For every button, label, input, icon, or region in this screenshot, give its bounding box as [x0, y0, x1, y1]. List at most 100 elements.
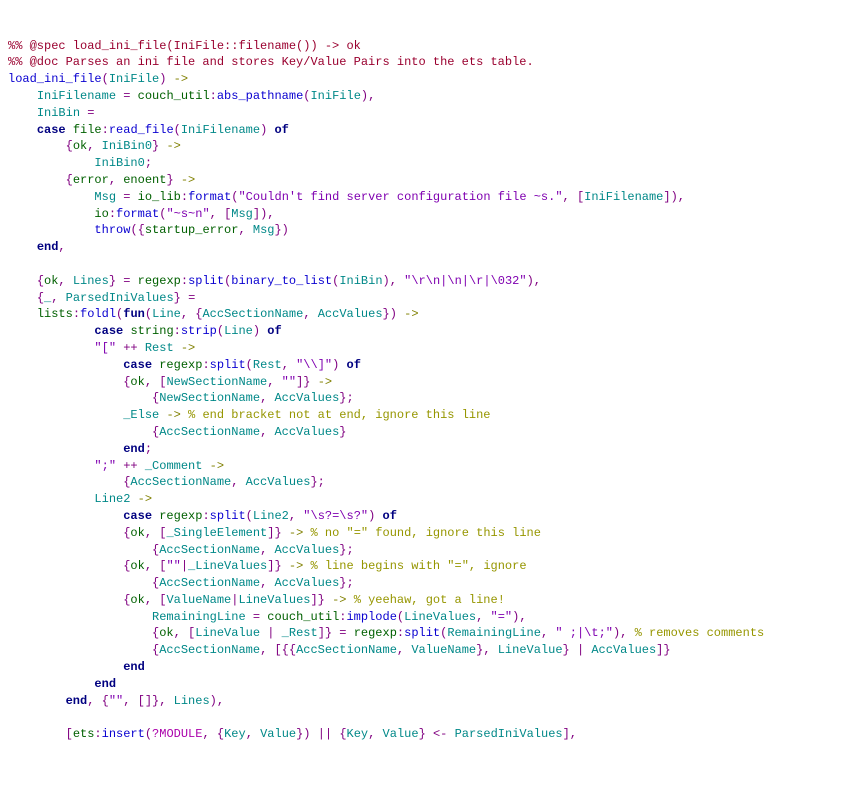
string: "Couldn't find server configuration file… [238, 190, 562, 204]
string: "[" [94, 341, 116, 355]
kw-end: end [66, 694, 88, 708]
arrow: -> [181, 173, 195, 187]
var: AccSectionName [159, 576, 260, 590]
var: LineValue [498, 643, 563, 657]
macro: MODULE [159, 727, 202, 741]
kw-case: case [37, 123, 66, 137]
call: strip [181, 324, 217, 338]
comment-doc: %% @doc Parses an ini file and stores Ke… [8, 55, 534, 69]
atom: ok [44, 274, 58, 288]
mod: file [73, 123, 102, 137]
call: foldl [80, 307, 116, 321]
atom: startup_error [145, 223, 239, 237]
string: "~s~n" [166, 207, 209, 221]
call: throw [94, 223, 130, 237]
kw-of: of [274, 123, 288, 137]
kw-of: of [347, 358, 361, 372]
op: ++ [123, 459, 137, 473]
var: _Comment [145, 459, 203, 473]
call: abs_pathname [217, 89, 303, 103]
mod: io_lib [138, 190, 181, 204]
mod: ets [73, 727, 95, 741]
arrow: -> [174, 72, 188, 86]
var: AccValues [274, 543, 339, 557]
kw-end: end [123, 442, 145, 456]
mod: string [130, 324, 173, 338]
var: Line [224, 324, 253, 338]
var: Msg [94, 190, 116, 204]
atom: ok [130, 375, 144, 389]
call: format [188, 190, 231, 204]
call: insert [102, 727, 145, 741]
code-block: %% @spec load_ini_file(IniFile::filename… [8, 38, 837, 743]
call: format [116, 207, 159, 221]
var: AccValues [274, 425, 339, 439]
var: Line2 [253, 509, 289, 523]
var: IniBin0 [94, 156, 144, 170]
kw-end: end [94, 677, 116, 691]
comment-spec: %% @spec load_ini_file(IniFile::filename… [8, 39, 361, 53]
call: read_file [109, 123, 174, 137]
call: split [210, 358, 246, 372]
kw-of: of [267, 324, 281, 338]
var: LineValues [404, 610, 476, 624]
call: implode [346, 610, 396, 624]
comment: % line begins with "=", ignore [310, 559, 526, 573]
mod: regexp [159, 358, 202, 372]
kw-case: case [123, 358, 152, 372]
mod: regexp [159, 509, 202, 523]
var: AccValues [318, 307, 383, 321]
arrow: -> [138, 492, 152, 506]
arrow: -> [166, 408, 180, 422]
var: Rest [145, 341, 174, 355]
var: RemainingLine [447, 626, 541, 640]
string: "=" [491, 610, 513, 624]
var: _Rest [282, 626, 318, 640]
var: AccSectionName [130, 475, 231, 489]
arrow: -> [166, 139, 180, 153]
atom: enoent [123, 173, 166, 187]
call: split [188, 274, 224, 288]
string: "\s?=\s?" [303, 509, 368, 523]
string: "\r\n|\n|\r|\032" [404, 274, 526, 288]
var: Key [224, 727, 246, 741]
var: Msg [231, 207, 253, 221]
var: IniFile [310, 89, 360, 103]
string: "\\]" [296, 358, 332, 372]
var: Value [383, 727, 419, 741]
var: ValueName [411, 643, 476, 657]
var: _SingleElement [166, 526, 267, 540]
atom: ok [159, 626, 173, 640]
var: AccSectionName [159, 543, 260, 557]
var: AccValues [274, 391, 339, 405]
arrow: -> [181, 341, 195, 355]
op: ++ [123, 341, 137, 355]
var: ParsedIniValues [66, 291, 174, 305]
var: NewSectionName [159, 391, 260, 405]
var: AccSectionName [159, 643, 260, 657]
var: _LineValues [188, 559, 267, 573]
mod: couch_util [267, 610, 339, 624]
atom: ok [130, 593, 144, 607]
mod: lists [37, 307, 73, 321]
comment: % removes comments [635, 626, 765, 640]
comment: % no "=" found, ignore this line [310, 526, 540, 540]
var: AccSectionName [159, 425, 260, 439]
kw-case: case [94, 324, 123, 338]
var: Lines [174, 694, 210, 708]
atom: ok [73, 139, 87, 153]
string: "" [166, 559, 180, 573]
func-name: load_ini_file [8, 72, 102, 86]
comment: % end bracket not at end, ignore this li… [188, 408, 490, 422]
string: " ;|\t;" [555, 626, 613, 640]
mod: regexp [138, 274, 181, 288]
var: Line [152, 307, 181, 321]
comment: % yeehaw, got a line! [354, 593, 505, 607]
var: AccValues [591, 643, 656, 657]
var: ValueName [166, 593, 231, 607]
var: IniBin [37, 106, 80, 120]
var: Key [347, 727, 369, 741]
call: binary_to_list [231, 274, 332, 288]
mod: couch_util [138, 89, 210, 103]
kw-end: end [37, 240, 59, 254]
